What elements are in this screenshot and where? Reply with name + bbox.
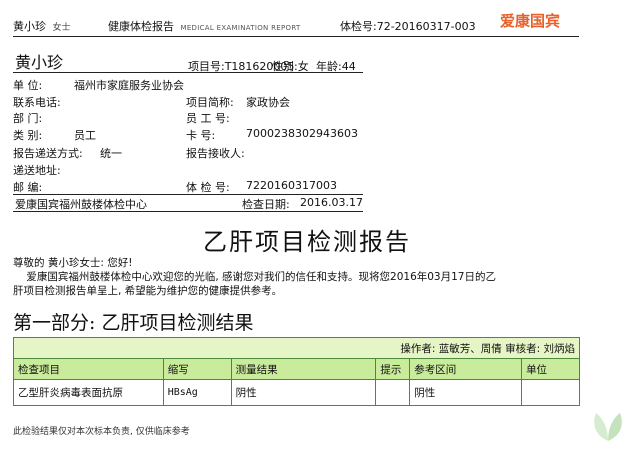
table-cell: 阴性: [409, 379, 523, 406]
table-row: 乙型肝炎病毒表面抗原 HBsAg 阴性 阴性: [13, 379, 580, 406]
delivery-label: 报告递送方式:: [13, 147, 83, 160]
header-divider: [13, 36, 579, 37]
delivery-value: 统一: [100, 147, 122, 160]
greeting: 尊敬的 黄小珍女士: 您好!: [13, 257, 133, 269]
section-title: 第一部分: 乙肝项目检测结果: [13, 312, 254, 334]
operators-cell: 操作者: 蓝敏芳、周倩 审核者: 刘炳焰: [13, 337, 580, 359]
table-cell: [521, 379, 580, 406]
header-cell: 缩写: [162, 358, 232, 380]
card-value: 7000238302943603: [246, 127, 358, 140]
date-value: 2016.03.17: [300, 196, 363, 209]
exam-no-label: 体 检 号:: [186, 181, 230, 194]
card-label: 卡 号:: [186, 129, 216, 142]
employee-no-label: 员 工 号:: [186, 112, 230, 125]
report-heading-en: MEDICAL EXAMINATION REPORT: [180, 24, 301, 32]
header-cell: 检查项目: [13, 358, 164, 380]
date-label: 检查日期:: [242, 198, 290, 211]
header-exam-no: 体检号:72-20160317-003: [340, 20, 476, 33]
header-cell: 提示: [375, 358, 411, 380]
footer-note: 此检验结果仅对本次标本负责, 仅供临床参考: [13, 427, 190, 437]
report-heading-cn: 健康体检报告: [108, 20, 174, 33]
patient-name: 黄小珍: [15, 53, 64, 72]
center-name: 爱康国宾福州鼓楼体检中心: [15, 198, 147, 211]
dept-label: 部 门:: [13, 112, 43, 125]
center-divider: [13, 211, 363, 212]
postcode-label: 邮 编:: [13, 181, 43, 194]
table-header-row: 检查项目 缩写 测量结果 提示 参考区间 单位: [13, 358, 580, 380]
table-cell: HBsAg: [162, 379, 232, 406]
header-cell: 单位: [521, 358, 580, 380]
brand-logo: 爱康国宾: [500, 12, 561, 30]
header-name: 黄小珍 女士: [13, 18, 71, 34]
project-abbr-label: 项目简称:: [186, 96, 234, 109]
category-value: 员工: [74, 129, 96, 142]
category-label: 类 别:: [13, 129, 43, 142]
results-table: 操作者: 蓝敏芳、周倩 审核者: 刘炳焰 检查项目 缩写 测量结果 提示 参考区…: [13, 337, 580, 406]
table-cell: 乙型肝炎病毒表面抗原: [13, 379, 164, 406]
project-abbr-value: 家政协会: [246, 96, 290, 109]
exam-no-value: 7220160317003: [246, 179, 337, 192]
operators-row: 操作者: 蓝敏芳、周倩 审核者: 刘炳焰: [13, 337, 580, 359]
header-name-text: 黄小珍: [13, 20, 46, 33]
table-cell: [375, 379, 411, 406]
leaf-logo-icon: [594, 413, 622, 441]
report-title: 乙肝项目检测报告: [203, 228, 411, 256]
intro-line-2: 肝项目检测报告单呈上, 希望能为维护您的健康提供参考。: [13, 285, 283, 297]
report-heading: 健康体检报告 MEDICAL EXAMINATION REPORT: [108, 18, 301, 34]
table-cell: 阴性: [230, 379, 377, 406]
header-salutation: 女士: [52, 23, 71, 33]
intro-line-1: 爱康国宾福州鼓楼体检中心欢迎您的光临, 感谢您对我们的信任和支持。现将您2016…: [13, 271, 496, 283]
header-cell: 测量结果: [230, 358, 377, 380]
recipient-label: 报告接收人:: [186, 147, 245, 160]
name-divider: [13, 72, 363, 73]
unit-label: 单 位:: [13, 79, 43, 92]
unit-value: 福州市家庭服务业协会: [74, 79, 184, 92]
address-label: 递送地址:: [13, 164, 61, 177]
header-cell: 参考区间: [409, 358, 523, 380]
phone-label: 联系电话:: [13, 96, 61, 109]
info-divider: [13, 194, 363, 195]
